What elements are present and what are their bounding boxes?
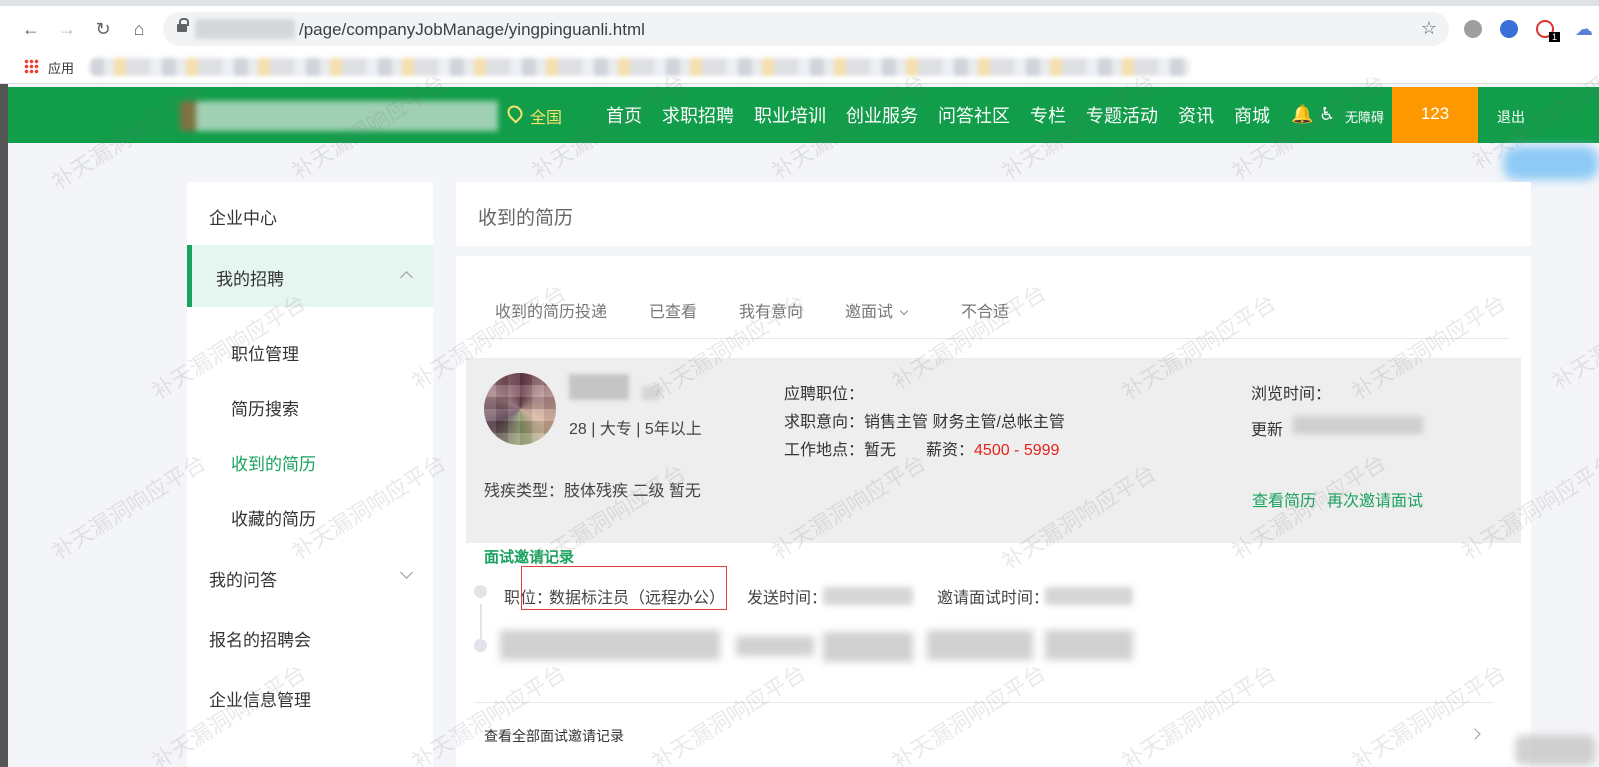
watermark-text: 补天漏洞响应平台 xyxy=(1548,280,1599,396)
url-host-redacted xyxy=(195,19,295,39)
bookmark-star-icon[interactable]: ☆ xyxy=(1421,18,1437,39)
chevron-down-icon[interactable] xyxy=(400,566,413,579)
view-all-records-link[interactable]: 查看全部面试邀请记录 xyxy=(484,726,624,746)
nav-news[interactable]: 资讯 xyxy=(1178,102,1214,128)
nav-qa[interactable]: 问答社区 xyxy=(938,102,1010,128)
extension-badge-count: 1 xyxy=(1549,32,1561,42)
sidebar-item-my-qa[interactable]: 我的问答 xyxy=(209,566,277,591)
nav-training[interactable]: 职业培训 xyxy=(754,102,826,128)
chevron-up-icon xyxy=(400,271,413,284)
avatar xyxy=(484,373,556,445)
timeline-dot xyxy=(474,585,487,598)
page-header: 收到的简历 xyxy=(456,182,1531,246)
bookmarks-bar: 应用 xyxy=(0,50,1599,84)
disability-info: 残疾类型：肢体残疾 二级 暂无 xyxy=(484,483,701,500)
main-content: 收到的简历投递 已查看 我有意向 邀面试 不合适 28 | 大专 | 5年以上 … xyxy=(456,256,1531,767)
record-row-redacted xyxy=(736,636,814,656)
work-location: 工作地点：暂无 xyxy=(784,442,897,459)
forward-icon[interactable]: → xyxy=(56,18,78,40)
nav-jobs[interactable]: 求职招聘 xyxy=(662,102,734,128)
view-resume-link[interactable]: 查看简历 xyxy=(1252,487,1316,511)
candidate-info: 28 | 大专 | 5年以上 xyxy=(569,421,702,438)
tab-divider xyxy=(478,338,1509,339)
sidebar-item-job-fairs[interactable]: 报名的招聘会 xyxy=(209,626,311,651)
accessibility-link[interactable]: 无障碍 xyxy=(1345,107,1384,126)
interview-records-title: 面试邀请记录 xyxy=(484,549,575,566)
highlight-box xyxy=(521,566,727,610)
sidebar-item-enterprise-center[interactable]: 企业中心 xyxy=(209,204,277,229)
lock-icon xyxy=(177,18,189,34)
sidebar: 企业中心 我的招聘 职位管理 简历搜索 收到的简历 收藏的简历 我的问答 报名的… xyxy=(187,182,433,767)
sidebar-item-position-manage[interactable]: 职位管理 xyxy=(231,340,299,365)
page-title: 收到的简历 xyxy=(478,208,574,229)
interview-time-redacted xyxy=(1045,587,1133,605)
salary-label: 薪资： xyxy=(926,442,975,459)
job-intent: 求职意向：销售主管 财务主管/总帐主管 xyxy=(784,414,1065,431)
record-sent-time-label: 发送时间： xyxy=(747,590,828,607)
record-row-redacted xyxy=(500,630,720,660)
logout-link[interactable]: 退出 xyxy=(1497,107,1525,127)
record-row-redacted xyxy=(927,630,1033,660)
apps-grid-icon[interactable] xyxy=(24,59,39,74)
applied-position: 应聘职位： xyxy=(784,386,865,403)
record-interview-time-label: 邀请面试时间： xyxy=(937,590,1050,607)
tab-received[interactable]: 收到的简历投递 xyxy=(495,298,607,322)
back-icon[interactable]: ← xyxy=(20,18,42,40)
sidebar-item-received-resumes[interactable]: 收到的简历 xyxy=(231,450,316,475)
nav-startup[interactable]: 创业服务 xyxy=(846,102,918,128)
sidebar-item-label: 我的招聘 xyxy=(216,270,284,289)
salary-field: 薪资：4500 - 5999 xyxy=(926,436,1059,460)
extension-icon[interactable] xyxy=(1464,20,1482,38)
chevron-down-icon xyxy=(899,306,909,316)
sent-time-redacted xyxy=(823,587,913,605)
sidebar-item-company-info[interactable]: 企业信息管理 xyxy=(209,686,311,711)
redacted-corner xyxy=(1515,735,1595,765)
update-time-redacted xyxy=(1293,416,1423,434)
site-logo-redacted[interactable] xyxy=(180,101,498,131)
location-pin-icon[interactable] xyxy=(504,102,526,124)
nav-mall[interactable]: 商城 xyxy=(1234,102,1270,128)
bell-icon[interactable]: 🔔 xyxy=(1291,104,1313,125)
cloud-icon[interactable]: ☁ xyxy=(1575,19,1593,40)
tab-strip xyxy=(0,0,1599,6)
bookmarks-redacted xyxy=(90,58,1190,76)
avatar-pixelation xyxy=(484,373,556,445)
tab-interview-label: 邀面试 xyxy=(845,304,894,321)
chevron-right-icon[interactable] xyxy=(1469,728,1481,740)
record-row-redacted xyxy=(1045,630,1133,660)
sidebar-item-resume-search[interactable]: 简历搜索 xyxy=(231,395,299,420)
tab-interview[interactable]: 邀面试 xyxy=(845,298,909,322)
nav-events[interactable]: 专题活动 xyxy=(1086,102,1158,128)
sidebar-item-saved-resumes[interactable]: 收藏的简历 xyxy=(231,505,316,530)
reload-icon[interactable]: ↻ xyxy=(92,18,114,40)
resume-card: 28 | 大专 | 5年以上 残疾类型：肢体残疾 二级 暂无 应聘职位： 求职意… xyxy=(466,358,1521,543)
home-icon[interactable]: ⌂ xyxy=(128,18,150,40)
update-label: 更新 xyxy=(1251,422,1284,439)
url-path: /page/companyJobManage/yingpinguanli.htm… xyxy=(299,20,645,39)
window-frame xyxy=(0,84,8,767)
candidate-gender-redacted xyxy=(642,386,660,400)
records-divider xyxy=(474,702,1494,703)
sidebar-item-my-recruit[interactable]: 我的招聘 xyxy=(187,245,433,307)
timeline-dot xyxy=(474,639,487,652)
browser-toolbar: ← → ↻ ⌂ /page/companyJobManage/yingpingu… xyxy=(0,0,1599,50)
nav-column[interactable]: 专栏 xyxy=(1030,102,1066,128)
site-header: 全国 首页 求职招聘 职业培训 创业服务 问答社区 专栏 专题活动 资讯 商城 … xyxy=(8,87,1599,143)
user-menu[interactable]: 123 xyxy=(1392,87,1478,143)
apps-label[interactable]: 应用 xyxy=(48,58,74,77)
record-row-redacted xyxy=(823,632,913,662)
browse-time-label: 浏览时间： xyxy=(1251,386,1332,403)
address-bar[interactable]: /page/companyJobManage/yingpinguanli.htm… xyxy=(163,12,1449,46)
candidate-name-redacted xyxy=(569,374,629,400)
tab-unsuitable[interactable]: 不合适 xyxy=(961,298,1009,322)
reinvite-link[interactable]: 再次邀请面试 xyxy=(1327,487,1423,511)
salary-value: 4500 - 5999 xyxy=(974,442,1060,459)
tab-viewed[interactable]: 已查看 xyxy=(649,298,697,322)
location-selector[interactable]: 全国 xyxy=(530,104,562,128)
redacted-widget xyxy=(1503,146,1599,180)
nav-home[interactable]: 首页 xyxy=(606,102,642,128)
globe-extension-icon[interactable] xyxy=(1500,20,1518,38)
wheelchair-icon[interactable]: ♿ xyxy=(1319,104,1335,125)
tab-interested[interactable]: 我有意向 xyxy=(739,298,803,322)
